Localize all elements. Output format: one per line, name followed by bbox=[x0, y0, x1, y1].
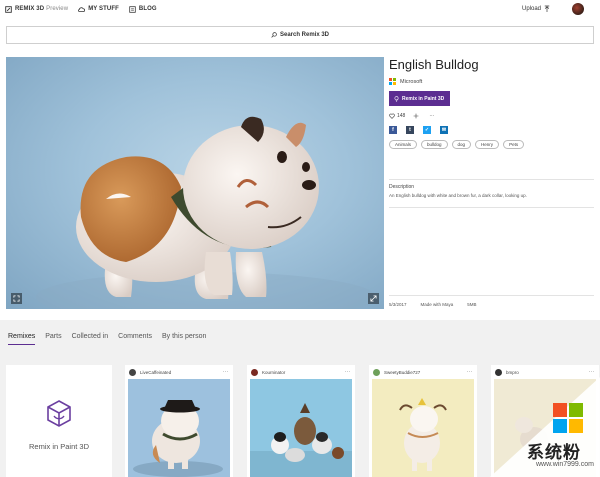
user-avatar[interactable] bbox=[572, 3, 584, 15]
watermark-text: 系统粉 bbox=[527, 443, 581, 463]
nav-brand[interactable]: REMIX 3D Preview bbox=[5, 5, 69, 13]
blog-icon bbox=[129, 5, 136, 13]
remix-in-paint3d-button[interactable]: Remix in Paint 3D bbox=[389, 91, 450, 106]
more-icon[interactable]: ··· bbox=[467, 369, 474, 375]
heart-icon bbox=[389, 113, 395, 119]
remix-card[interactable]: LiveCaffeinated ··· bbox=[125, 365, 233, 477]
upload-label: Upload bbox=[521, 6, 541, 12]
remix3d-logo-icon bbox=[5, 5, 12, 13]
nav-blog[interactable]: BLOG bbox=[129, 5, 157, 13]
card-user[interactable]: bmpro bbox=[506, 370, 519, 375]
dog-group-image bbox=[250, 379, 352, 477]
made-with: Made with Maya bbox=[420, 302, 454, 307]
card-user[interactable]: LiveCaffeinated bbox=[140, 370, 171, 375]
tag[interactable]: bulldog bbox=[421, 140, 448, 149]
card-thumbnail bbox=[128, 379, 230, 477]
tag[interactable]: Animals bbox=[389, 140, 418, 149]
card-header: LiveCaffeinated ··· bbox=[125, 365, 233, 379]
more-options-icon: ··· bbox=[429, 113, 435, 119]
bulldog-hat-image bbox=[128, 379, 230, 477]
upload-date: 5/3/2017 bbox=[389, 302, 407, 307]
search-bar[interactable]: Search Remix 3D bbox=[6, 26, 594, 44]
upload-icon bbox=[544, 5, 550, 12]
nav-right: Upload bbox=[522, 0, 584, 18]
description-label: Description bbox=[389, 184, 415, 190]
nav-my-stuff-label: MY STUFF bbox=[88, 6, 119, 12]
card-user[interactable]: Kourninator bbox=[262, 370, 285, 375]
tab-by-this-person[interactable]: By this person bbox=[162, 333, 206, 345]
more-icon[interactable]: ··· bbox=[223, 369, 230, 375]
file-size: 5MB bbox=[467, 302, 477, 307]
tumblr-icon[interactable]: t bbox=[406, 126, 414, 134]
more-options-button[interactable]: ··· bbox=[429, 113, 434, 119]
remix-card-label: Remix in Paint 3D bbox=[28, 442, 90, 451]
publisher[interactable]: Microsoft bbox=[389, 78, 594, 85]
fullscreen-button[interactable] bbox=[368, 293, 379, 304]
brand-preview: Preview bbox=[46, 6, 69, 12]
tab-list: Remixes Parts Collected in Comments By t… bbox=[8, 333, 216, 345]
nav-blog-label: BLOG bbox=[138, 6, 157, 12]
bulldog-model-image bbox=[36, 116, 376, 309]
more-icon[interactable]: ··· bbox=[345, 369, 352, 375]
tag[interactable]: Pets bbox=[503, 140, 525, 149]
model-meta: 5/3/2017 Made with Maya 5MB bbox=[389, 302, 491, 307]
remix-card[interactable]: Kourninator ··· bbox=[247, 365, 355, 477]
card-header: Kourninator ··· bbox=[247, 365, 355, 379]
card-thumbnail bbox=[250, 379, 352, 477]
plus-icon bbox=[413, 113, 419, 119]
facebook-icon[interactable]: f bbox=[389, 126, 397, 134]
card-header: SweetyBuddie727 ··· bbox=[369, 365, 477, 379]
reset-view-icon bbox=[13, 295, 20, 302]
search-icon bbox=[271, 32, 277, 38]
bulldog-yellow-bg-image bbox=[372, 379, 474, 477]
avatar bbox=[495, 368, 502, 376]
description-text: An English bulldog with white and brown … bbox=[389, 193, 527, 198]
tab-collected-in[interactable]: Collected in bbox=[72, 333, 109, 345]
model-viewer[interactable] bbox=[6, 57, 384, 309]
nav-my-stuff[interactable]: MY STUFF bbox=[78, 6, 119, 13]
tag[interactable]: Henry bbox=[475, 140, 500, 149]
watermark-url: www.win7999.com bbox=[536, 461, 594, 468]
divider bbox=[389, 179, 594, 180]
divider bbox=[389, 207, 594, 208]
card-thumbnail bbox=[372, 379, 474, 477]
tag-list: Animals bulldog dog Henry Pets bbox=[389, 140, 529, 153]
top-nav: REMIX 3D Preview MY STUFF BLOG Upload bbox=[0, 0, 600, 18]
tab-remixes[interactable]: Remixes bbox=[8, 333, 36, 345]
lightbulb-icon bbox=[394, 95, 399, 102]
share-buttons: f t ✓ ✉ bbox=[389, 126, 594, 134]
remix-button-label: Remix in Paint 3D bbox=[402, 95, 445, 102]
card-user[interactable]: SweetyBuddie727 bbox=[384, 370, 420, 375]
expand-icon bbox=[370, 295, 377, 302]
search-label: Search Remix 3D bbox=[279, 32, 330, 38]
paint3d-remix-icon bbox=[47, 400, 71, 427]
windows-logo-icon bbox=[553, 403, 583, 433]
divider bbox=[389, 295, 594, 296]
avatar bbox=[251, 368, 258, 376]
model-actions: 148 ··· bbox=[389, 113, 594, 119]
avatar bbox=[129, 368, 136, 376]
tab-comments[interactable]: Comments bbox=[118, 333, 152, 345]
tag[interactable]: dog bbox=[451, 140, 472, 149]
remix-in-paint3d-card[interactable]: Remix in Paint 3D bbox=[6, 365, 112, 477]
avatar bbox=[373, 368, 380, 376]
reset-view-button[interactable] bbox=[11, 293, 22, 304]
publisher-name: Microsoft bbox=[400, 78, 423, 85]
email-icon[interactable]: ✉ bbox=[440, 126, 448, 134]
model-details: English Bulldog Microsoft Remix in Paint… bbox=[389, 57, 594, 309]
remix-card[interactable]: SweetyBuddie727 ··· bbox=[369, 365, 477, 477]
microsoft-logo-icon bbox=[389, 78, 396, 85]
brand-name: REMIX 3D bbox=[15, 6, 45, 12]
upload-button[interactable]: Upload bbox=[522, 5, 550, 13]
model-title: English Bulldog bbox=[389, 57, 479, 72]
like-button[interactable]: 148 bbox=[389, 113, 405, 119]
more-icon[interactable]: ··· bbox=[589, 369, 596, 375]
like-count: 148 bbox=[397, 113, 406, 119]
tab-parts[interactable]: Parts bbox=[45, 333, 61, 345]
add-to-collection-button[interactable] bbox=[413, 113, 421, 119]
twitter-icon[interactable]: ✓ bbox=[423, 126, 431, 134]
cloud-icon bbox=[78, 6, 86, 12]
tabs-bar: Remixes Parts Collected in Comments By t… bbox=[0, 320, 600, 350]
